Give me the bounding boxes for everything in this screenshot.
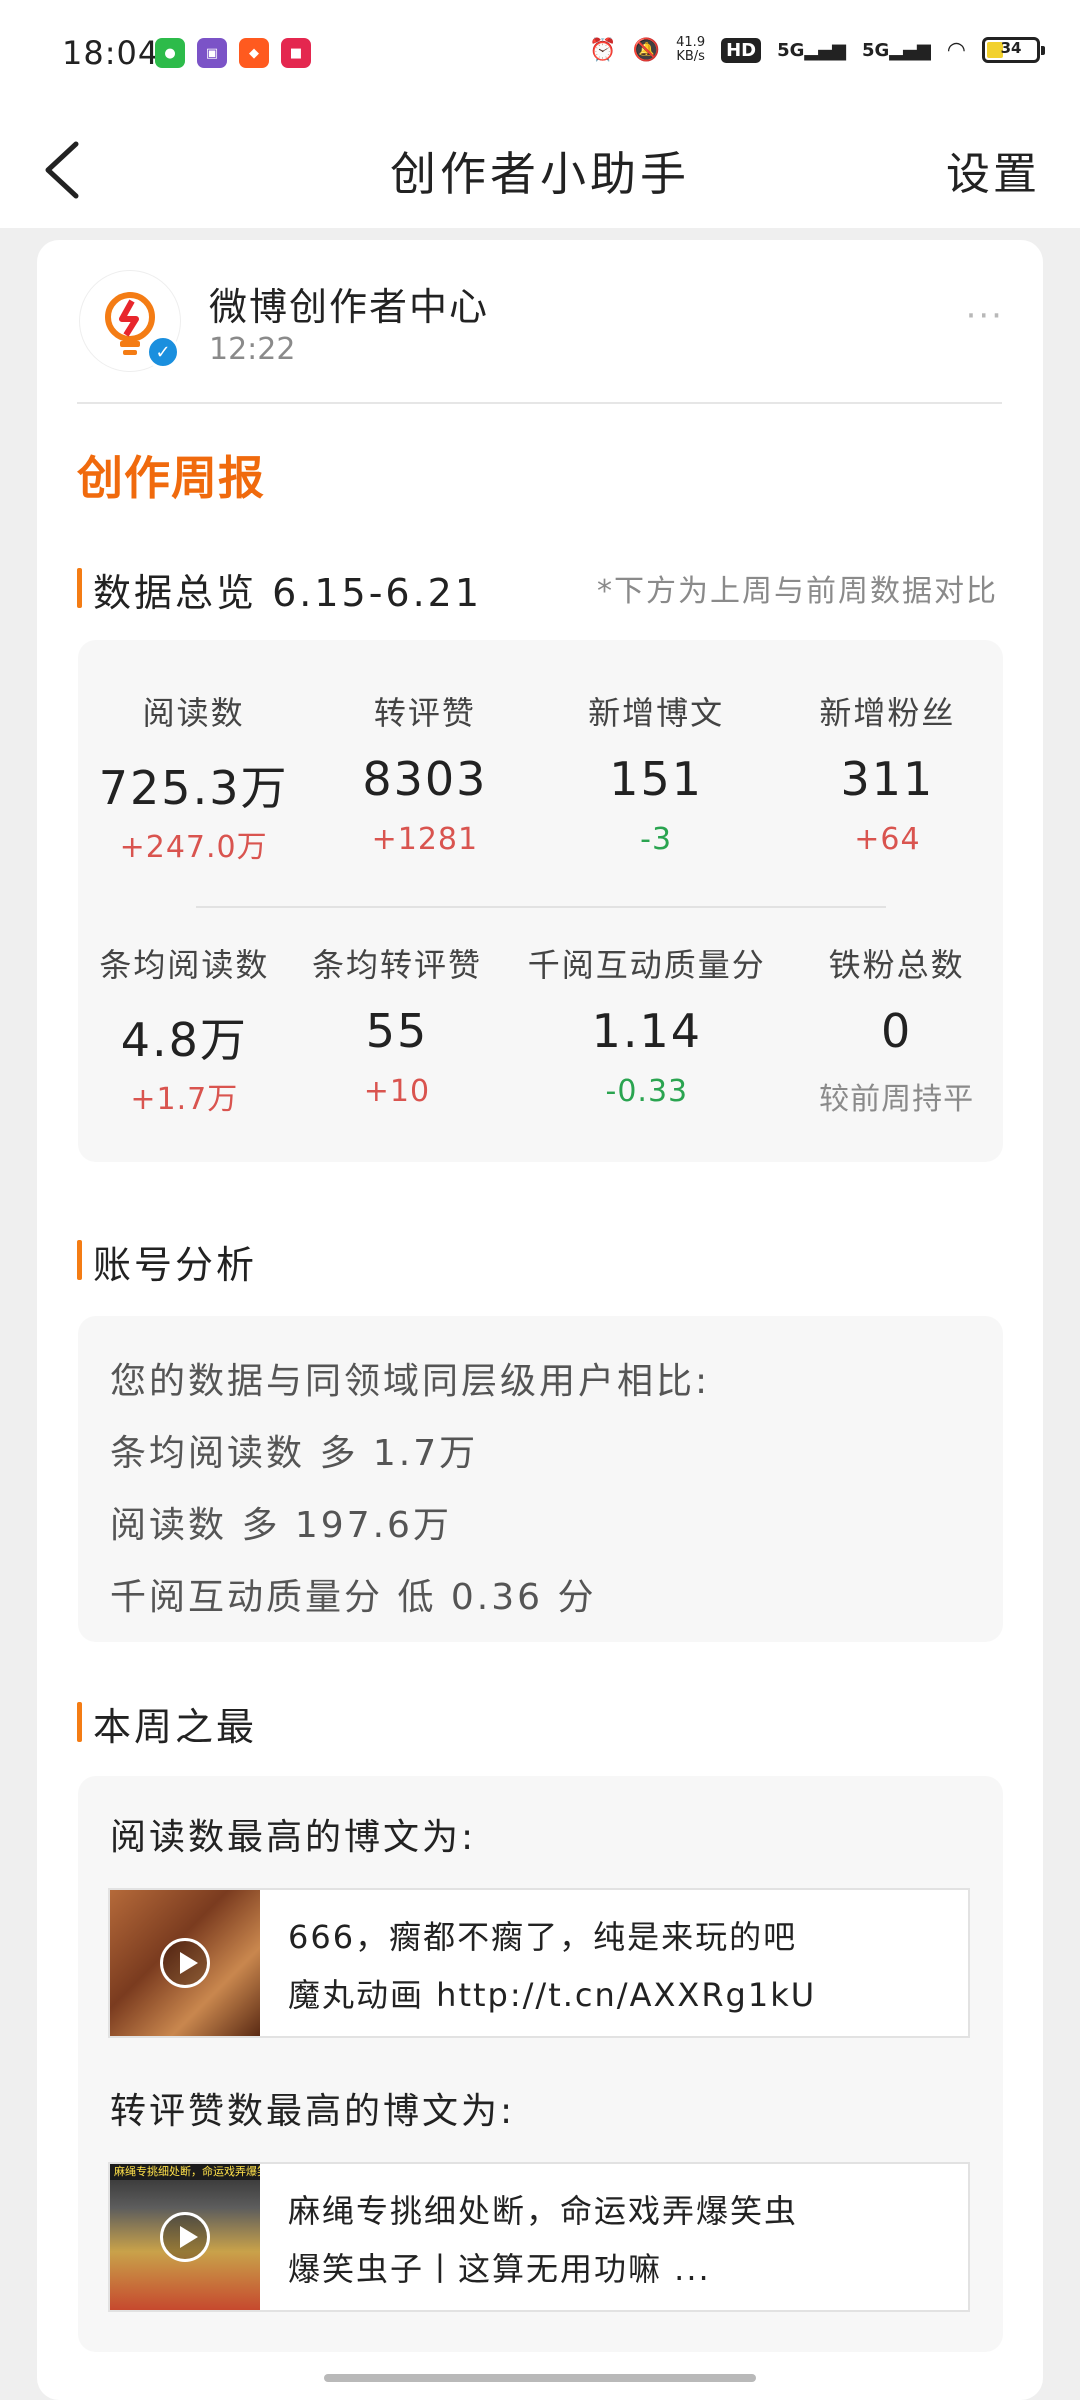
status-indicators: ⏰ 🔕 41.9 KB/s HD 5G▂▄▆ 5G▂▄▆ ◠ 34 (589, 36, 1045, 64)
stats-row-1: 阅读数 725.3万 +247.0万 转评赞 8303 +1281 新增博文 1… (78, 688, 1003, 865)
most-read-label: 阅读数最高的博文为: (110, 1817, 477, 1858)
play-icon (160, 1938, 210, 1988)
stat-value: 1.14 (591, 1004, 703, 1058)
net-speed: 41.9 KB/s (676, 36, 705, 64)
hd-icon: HD (721, 37, 762, 63)
stat-interactions: 转评赞 8303 +1281 (309, 688, 540, 862)
verified-badge-icon: ✓ (146, 335, 180, 369)
stat-value: 0 (881, 1004, 913, 1058)
post-thumbnail: 麻绳专挑细处断，命运戏弄爆笑虫! (110, 2164, 260, 2310)
stat-label: 转评赞 (373, 694, 476, 732)
stat-label: 千阅互动质量分 (527, 946, 766, 984)
header-divider (77, 402, 1002, 404)
stat-delta: +1281 (371, 822, 479, 857)
account-name[interactable]: 微博创作者中心 (209, 276, 489, 331)
most-interactions-label: 转评赞数最高的博文为: (110, 2091, 516, 2132)
analysis-panel: 您的数据与同领域同层级用户相比: 条均阅读数 多 1.7万 阅读数 多 197.… (78, 1316, 1003, 1642)
stat-delta: 较前周持平 (819, 1082, 975, 1117)
stat-new-followers: 新增粉丝 311 +64 (772, 688, 1003, 862)
stats-divider (196, 906, 886, 908)
most-read-post[interactable]: 666，瘸都不瘸了，纯是来玩的吧 魔丸动画 http://t.cn/AXXRg1… (108, 1888, 970, 2038)
stat-value: 55 (365, 1004, 429, 1058)
mute-icon: 🔕 (632, 37, 661, 63)
avatar[interactable]: ✓ (79, 270, 181, 372)
best-panel: 阅读数最高的博文为: 666，瘸都不瘸了，纯是来玩的吧 魔丸动画 http://… (78, 1776, 1003, 2352)
stat-value: 311 (840, 752, 935, 806)
signal-5g-icon: 5G▂▄▆ (777, 39, 846, 61)
analysis-intro: 您的数据与同领域同层级用户相比: (110, 1361, 711, 1402)
stat-label: 阅读数 (142, 694, 245, 732)
home-indicator[interactable] (324, 2374, 756, 2382)
message-header: ✓ 微博创作者中心 12:22 ··· (79, 270, 1004, 382)
stat-delta: +64 (854, 822, 921, 857)
section-accent-bar (77, 568, 82, 608)
app-badge-icon: ▣ (197, 38, 227, 68)
section-accent-bar (77, 1240, 82, 1280)
page-title: 创作者小助手 (390, 147, 690, 201)
signal-2-label: 5G (861, 39, 890, 61)
status-time: 18:04 (62, 34, 160, 72)
message-time: 12:22 (209, 332, 296, 367)
taobao-icon: ◆ (239, 38, 269, 68)
net-speed-unit: KB/s (676, 49, 705, 64)
overview-title: 数据总览 6.15-6.21 (93, 571, 483, 615)
stat-label: 条均阅读数 (99, 946, 270, 984)
battery-icon: 34 (982, 37, 1045, 63)
status-app-icons: ● ▣ ◆ ■ (155, 38, 311, 68)
overview-section-header: 数据总览 6.15-6.21 *下方为上周与前周数据对比 (77, 558, 1002, 615)
signal-1-label: 5G (777, 39, 805, 61)
stat-avg-interactions: 条均转评赞 55 +10 (291, 940, 504, 1114)
post-link-text: 魔丸动画 http://t.cn/AXXRg1kU (288, 1976, 817, 2014)
signal-5g-icon: 5G▂▄▆ (861, 39, 931, 61)
thumb-caption: 麻绳专挑细处断，命运戏弄爆笑虫! (110, 2164, 260, 2180)
shop-icon: ■ (281, 38, 311, 68)
analysis-section-header: 账号分析 (77, 1230, 1002, 1287)
settings-button[interactable]: 设置 (946, 138, 1040, 202)
stat-value: 8303 (362, 752, 488, 806)
overview-stats-panel: 阅读数 725.3万 +247.0万 转评赞 8303 +1281 新增博文 1… (78, 640, 1003, 1162)
weekly-report-title: 创作周报 (77, 451, 265, 505)
stat-new-posts: 新增博文 151 -3 (541, 688, 772, 862)
stat-label: 新增粉丝 (819, 694, 956, 732)
wifi-icon: ◠ (946, 37, 966, 63)
best-title: 本周之最 (93, 1705, 258, 1749)
analysis-title: 账号分析 (93, 1243, 258, 1287)
post-text: 爆笑虫子丨这算无用功嘛 ... (288, 2250, 711, 2288)
stat-iron-fans: 铁粉总数 0 较前周持平 (790, 940, 1003, 1117)
battery-level: 34 (1000, 39, 1022, 57)
stats-row-2: 条均阅读数 4.8万 +1.7万 条均转评赞 55 +10 千阅互动质量分 1.… (78, 940, 1003, 1117)
stat-value: 151 (609, 752, 704, 806)
post-text: 666，瘸都不瘸了，纯是来玩的吧 (288, 1918, 798, 1956)
stat-label: 铁粉总数 (828, 946, 965, 984)
post-text: 麻绳专挑细处断，命运戏弄爆笑虫 (288, 2192, 799, 2230)
stat-label: 新增博文 (588, 694, 725, 732)
section-accent-bar (77, 1702, 82, 1742)
weekly-report-card: ✓ 微博创作者中心 12:22 ··· 创作周报 数据总览 6.15-6.21 … (37, 240, 1043, 2400)
stat-label: 条均转评赞 (311, 946, 482, 984)
nav-bar: 创作者小助手 设置 (0, 110, 1080, 228)
stat-delta: -3 (640, 822, 673, 857)
stat-delta: -0.33 (605, 1074, 689, 1109)
net-speed-value: 41.9 (676, 35, 706, 50)
wechat-icon: ● (155, 38, 185, 68)
stat-value: 725.3万 (98, 761, 289, 815)
stat-avg-reads: 条均阅读数 4.8万 +1.7万 (78, 940, 291, 1117)
analysis-line: 条均阅读数 多 1.7万 (110, 1433, 479, 1474)
overview-note: *下方为上周与前周数据对比 (597, 574, 998, 609)
analysis-line: 千阅互动质量分 低 0.36 分 (110, 1577, 597, 1618)
stat-delta: +10 (363, 1074, 431, 1109)
status-bar: 18:04 ● ▣ ◆ ■ ⏰ 🔕 41.9 KB/s HD 5G▂▄▆ 5G▂… (0, 0, 1080, 110)
more-options-icon[interactable]: ··· (966, 296, 1004, 336)
most-interactions-post[interactable]: 麻绳专挑细处断，命运戏弄爆笑虫! 麻绳专挑细处断，命运戏弄爆笑虫 爆笑虫子丨这算… (108, 2162, 970, 2312)
stat-quality-score: 千阅互动质量分 1.14 -0.33 (503, 940, 790, 1114)
post-thumbnail (110, 1890, 260, 2036)
stat-delta: +1.7万 (130, 1082, 239, 1117)
best-section-header: 本周之最 (77, 1692, 1002, 1749)
stat-reads: 阅读数 725.3万 +247.0万 (78, 688, 309, 865)
stat-delta: +247.0万 (119, 830, 268, 865)
stat-value: 4.8万 (120, 1013, 248, 1067)
play-icon (160, 2212, 210, 2262)
alarm-icon: ⏰ (589, 37, 617, 63)
analysis-line: 阅读数 多 197.6万 (110, 1505, 452, 1546)
